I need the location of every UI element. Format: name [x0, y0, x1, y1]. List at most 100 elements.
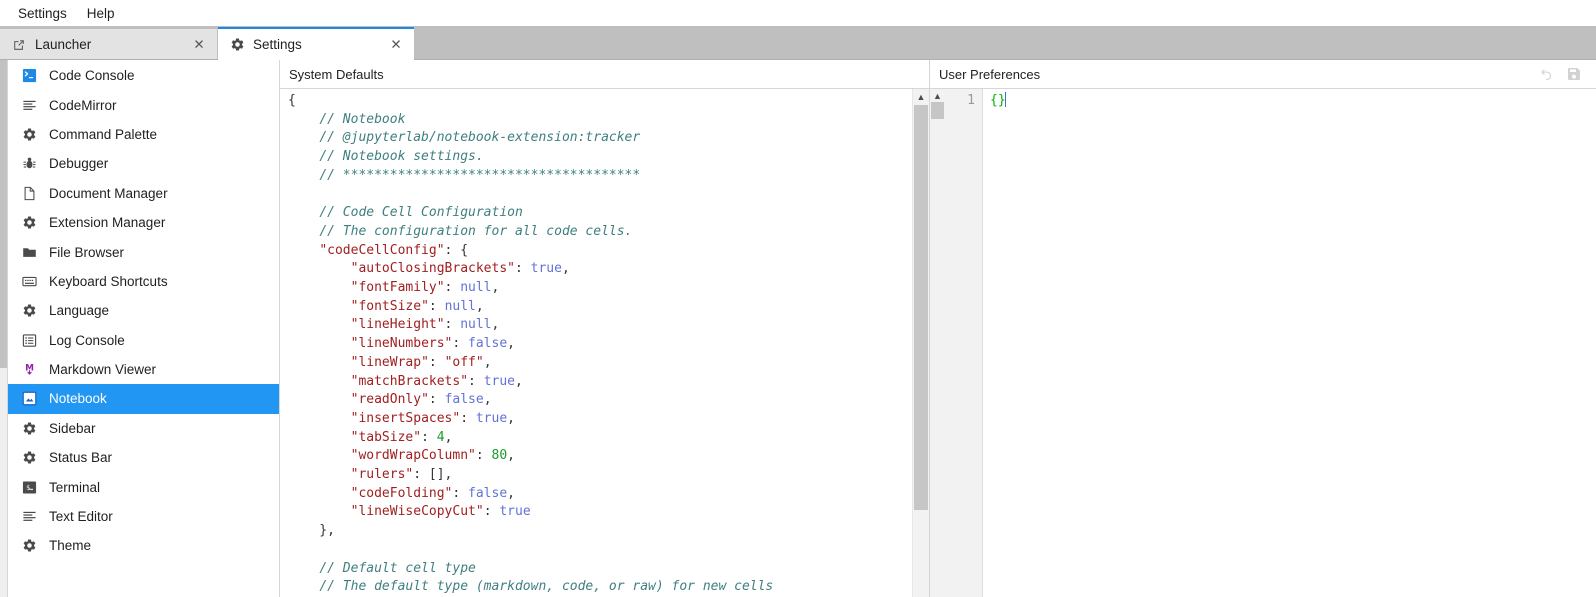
sidebar-item-label: Status Bar	[49, 450, 113, 466]
settings-plugin-list: Code Console CodeMirror Command Palette …	[8, 60, 280, 597]
code-token-punct	[288, 130, 319, 145]
code-token-punct: ,	[561, 261, 570, 277]
sidebar-item-sidebar[interactable]: Sidebar	[8, 414, 279, 443]
tab-launcher[interactable]: Launcher ✕	[0, 29, 218, 60]
code-token-punct: : [],	[413, 467, 453, 483]
code-token-punct	[288, 392, 351, 407]
code-token-comment: // *************************************…	[319, 167, 641, 183]
user-preferences-code-area[interactable]: {}	[983, 89, 1596, 597]
user-preferences-line-numbers: 1	[945, 89, 983, 597]
gear-icon	[21, 302, 38, 319]
code-token-atom: null	[444, 298, 476, 314]
sidebar-item-keyboard-shortcuts[interactable]: Keyboard Shortcuts	[8, 267, 279, 296]
tab-settings-close-icon[interactable]: ✕	[387, 36, 405, 54]
sidebar-item-command-palette[interactable]: Command Palette	[8, 120, 279, 149]
code-token-punct	[288, 149, 319, 164]
code-token-atom: false	[468, 336, 508, 352]
save-icon[interactable]	[1562, 63, 1586, 85]
system-defaults-code-area[interactable]: { // Notebook // @jupyterlab/notebook-ex…	[280, 89, 912, 597]
code-token-punct: :	[428, 298, 445, 314]
code-token-punct: ,	[515, 373, 523, 389]
code-token-key: "readOnly"	[350, 392, 429, 408]
code-token-key: "fontSize"	[350, 298, 429, 314]
sidebar-item-theme[interactable]: Theme	[8, 531, 279, 560]
sidebar-item-code-console[interactable]: Code Console	[8, 61, 279, 90]
code-token-punct	[288, 224, 319, 239]
user-preferences-scroll-thumb[interactable]	[931, 102, 944, 119]
scroll-up-arrow-icon[interactable]: ▲	[913, 89, 929, 105]
gear-icon	[21, 126, 38, 143]
left-rail-scrollbar[interactable]	[0, 60, 8, 597]
code-token-punct: ,	[507, 448, 515, 464]
code-token-comment: // Code Cell Configuration	[319, 205, 523, 221]
markdown-icon: M	[21, 361, 38, 378]
sidebar-item-label: Terminal	[49, 479, 101, 495]
sidebar-item-label: Markdown Viewer	[49, 362, 157, 378]
code-token-comment: // The configuration for all code cells.	[319, 223, 633, 239]
sidebar-item-label: Log Console	[49, 332, 125, 348]
sidebar-item-terminal[interactable]: $ Terminal	[8, 472, 279, 501]
code-token-key: "codeCellConfig"	[319, 242, 445, 258]
sidebar-item-label: Code Console	[49, 68, 135, 84]
sidebar-item-markdown-viewer[interactable]: M Markdown Viewer	[8, 355, 279, 384]
system-defaults-code[interactable]: { // Notebook // @jupyterlab/notebook-ex…	[280, 92, 912, 597]
system-defaults-scroll-thumb[interactable]	[914, 105, 928, 510]
tab-settings[interactable]: Settings ✕	[218, 27, 414, 60]
sidebar-item-document-manager[interactable]: Document Manager	[8, 179, 279, 208]
scroll-up-arrow-icon[interactable]: ▲	[930, 89, 945, 102]
code-token-key: "tabSize"	[350, 429, 422, 445]
code-token-punct: :	[428, 354, 445, 370]
code-token-punct: :	[515, 261, 531, 277]
code-token-punct	[288, 299, 351, 314]
code-token-punct	[288, 448, 351, 463]
menu-item-help[interactable]: Help	[77, 3, 125, 24]
code-token-punct	[288, 205, 319, 220]
code-token-comment: // @jupyterlab/notebook-extension:tracke…	[319, 130, 641, 146]
code-token-punct	[288, 579, 319, 594]
svg-text:$: $	[26, 483, 30, 491]
text-caret	[1004, 92, 1006, 107]
sidebar-item-label: Document Manager	[49, 185, 168, 201]
tab-launcher-label: Launcher	[35, 37, 92, 52]
sidebar-item-label: Text Editor	[49, 509, 113, 525]
code-token-key: "codeFolding"	[350, 485, 453, 501]
code-token-atom: null	[460, 280, 492, 296]
sidebar-item-text-editor[interactable]: Text Editor	[8, 502, 279, 531]
system-defaults-scrollbar[interactable]: ▲	[912, 89, 929, 597]
tab-launcher-close-icon[interactable]: ✕	[190, 36, 208, 54]
user-preferences-code: {}	[990, 93, 1006, 108]
code-token-comment: // The default type (markdown, code, or …	[319, 579, 774, 595]
code-token-punct	[288, 504, 351, 519]
code-token-punct: :	[483, 504, 500, 520]
sidebar-item-language[interactable]: Language	[8, 296, 279, 325]
gear-icon	[21, 449, 38, 466]
code-token-punct: ,	[507, 336, 515, 352]
sidebar-item-extension-manager[interactable]: Extension Manager	[8, 208, 279, 237]
user-preferences-scrollbar[interactable]: ▲	[930, 89, 945, 597]
sidebar-item-label: Theme	[49, 538, 92, 554]
tab-settings-label: Settings	[253, 37, 302, 52]
code-token-punct: ,	[507, 410, 515, 426]
code-token-punct	[288, 486, 351, 501]
external-link-icon	[11, 37, 27, 53]
sidebar-item-label: CodeMirror	[49, 97, 117, 113]
sidebar-item-notebook[interactable]: Notebook	[8, 384, 279, 414]
code-token-punct	[288, 168, 319, 183]
code-token-key: "lineWiseCopyCut"	[350, 504, 484, 520]
file-icon	[21, 185, 38, 202]
left-rail-scroll-thumb[interactable]	[0, 60, 7, 368]
code-token-atom: false	[444, 392, 484, 408]
sidebar-item-file-browser[interactable]: File Browser	[8, 237, 279, 266]
sidebar-item-status-bar[interactable]: Status Bar	[8, 443, 279, 472]
code-token-punct	[288, 112, 319, 127]
sidebar-item-log-console[interactable]: Log Console	[8, 326, 279, 355]
code-token-number: 80	[491, 448, 508, 464]
menu-item-settings[interactable]: Settings	[8, 3, 77, 24]
code-token-punct: :	[428, 392, 445, 408]
undo-icon[interactable]	[1534, 63, 1558, 85]
code-token-punct	[288, 317, 351, 332]
sidebar-item-debugger[interactable]: Debugger	[8, 149, 279, 178]
sidebar-item-codemirror[interactable]: CodeMirror	[8, 90, 279, 119]
code-token-string: "off"	[444, 354, 484, 370]
code-token-punct: :	[444, 317, 461, 333]
